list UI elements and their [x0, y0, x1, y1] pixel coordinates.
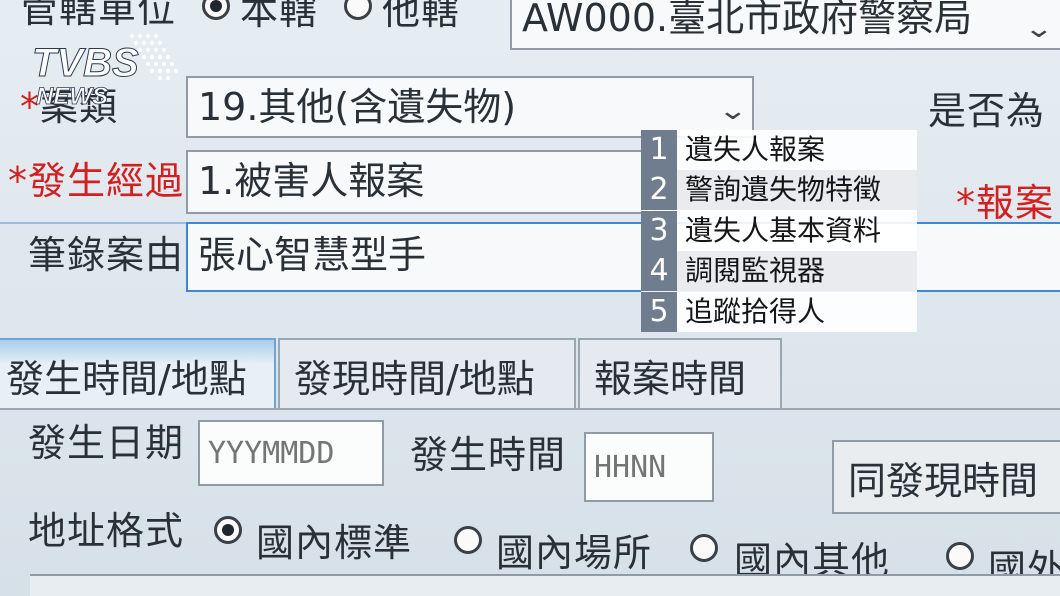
- steps-overlay: 1 遺失人報案 2 警詢遺失物特徵 3 遺失人基本資料 4 調閱監視器 5 追蹤…: [641, 130, 917, 332]
- agency-select[interactable]: AW000.臺北市政府警察局: [510, 0, 1060, 50]
- record-reason-label: 筆錄案由: [28, 233, 185, 277]
- time-label: 發生時間: [410, 433, 567, 477]
- radio-other-jurisdiction[interactable]: [344, 0, 372, 20]
- record-reason-input[interactable]: 張心智慧型手: [186, 222, 1060, 292]
- tab-discovery-label: 發現時間/地點: [294, 357, 535, 401]
- domestic-venue-label: 國內場所: [496, 531, 653, 575]
- next-row-field[interactable]: [30, 574, 1060, 596]
- tab-bar-baseline: [0, 408, 1060, 410]
- list-item: 5 追蹤拾得人: [641, 292, 917, 332]
- date-label: 發生日期: [28, 421, 185, 465]
- list-item: 1 遺失人報案: [641, 130, 917, 170]
- agency-chevron-down-icon[interactable]: ⌄: [1024, 14, 1055, 44]
- radio-domestic-standard[interactable]: [214, 516, 242, 544]
- report-required-label: *報案: [956, 181, 1055, 225]
- radio-foreign[interactable]: [946, 542, 974, 570]
- domestic-standard-label: 國內標準: [256, 521, 413, 565]
- logo-sub-text: NEWS: [36, 83, 108, 110]
- case-type-select[interactable]: 19.其他(含遺失物): [186, 76, 754, 138]
- date-input[interactable]: [198, 420, 384, 486]
- same-as-discovery-label: 同發現時間: [848, 459, 1039, 503]
- step-text: 警詢遺失物特徵: [685, 173, 882, 206]
- list-item: 3 遺失人基本資料: [641, 211, 917, 251]
- tab-report-label: 報案時間: [594, 357, 747, 401]
- occurrence-select[interactable]: 1.被害人報案: [186, 150, 656, 214]
- radio-own-label: 本轄: [240, 0, 319, 33]
- step-number-badge: 2: [641, 170, 677, 210]
- step-number-badge: 5: [641, 292, 677, 332]
- list-item: 2 警詢遺失物特徵: [641, 170, 917, 210]
- step-text: 遺失人報案: [685, 133, 826, 166]
- tab-occurrence-time-place[interactable]: 發生時間/地點: [0, 338, 276, 410]
- case-type-chevron-down-icon[interactable]: ⌄: [718, 96, 749, 126]
- step-text: 調閱監視器: [685, 254, 826, 287]
- case-type-value: 19.其他(含遺失物): [198, 85, 517, 129]
- jurisdiction-label: 管轄單位: [20, 0, 177, 31]
- address-format-label: 地址格式: [28, 509, 185, 553]
- logo-brand-text: TVBS: [32, 41, 139, 85]
- step-number-badge: 4: [641, 251, 677, 291]
- tab-report-time[interactable]: 報案時間: [578, 338, 782, 410]
- occurrence-value: 1.被害人報案: [198, 159, 425, 203]
- is-flag-label: 是否為: [928, 89, 1046, 133]
- same-as-discovery-button[interactable]: 同發現時間: [832, 440, 1060, 514]
- time-input[interactable]: [584, 432, 714, 502]
- step-number-badge: 1: [641, 130, 677, 170]
- step-number-badge: 3: [641, 211, 677, 251]
- step-text: 追蹤拾得人: [685, 295, 826, 328]
- tab-discovery-time-place[interactable]: 發現時間/地點: [278, 338, 576, 410]
- radio-own-jurisdiction[interactable]: [202, 0, 230, 20]
- tab-occurrence-label: 發生時間/地點: [6, 357, 247, 401]
- radio-domestic-other[interactable]: [690, 534, 718, 562]
- radio-other-label: 他轄: [382, 0, 461, 33]
- occurrence-label: *發生經過: [8, 159, 185, 203]
- agency-select-value: AW000.臺北市政府警察局: [522, 0, 973, 40]
- list-item: 4 調閱監視器: [641, 251, 917, 291]
- step-text: 遺失人基本資料: [685, 214, 882, 247]
- record-reason-value: 張心智慧型手: [198, 233, 427, 277]
- radio-domestic-venue[interactable]: [454, 526, 482, 554]
- tvbs-news-logo: TVBS NEWS: [32, 33, 179, 110]
